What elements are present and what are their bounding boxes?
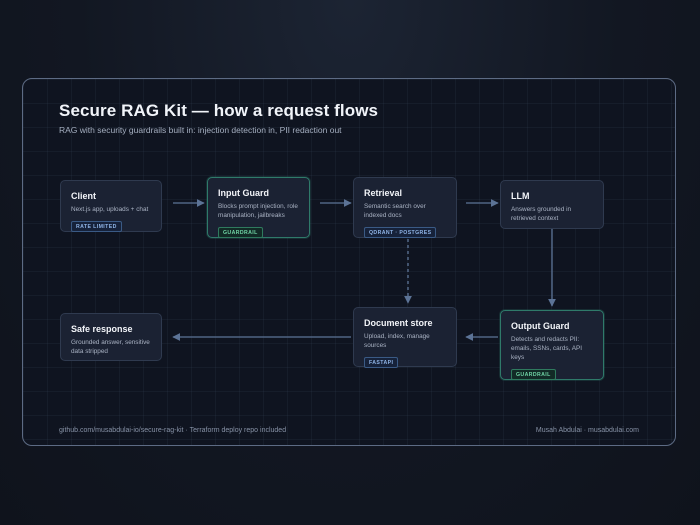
node-input-guard-desc: Blocks prompt injection, role manipulati…: [218, 203, 298, 219]
node-retrieval-desc: Semantic search over indexed docs: [364, 203, 426, 219]
footer-author: Musah Abdulai · musabdulai.com: [535, 427, 639, 434]
node-safe-response: Safe response Grounded answer, sensitive…: [60, 313, 162, 361]
node-document-store-badge: FASTAPI: [364, 357, 399, 369]
node-document-store: Document store Upload, index, manage sou…: [353, 307, 457, 369]
node-output-guard-badge: GUARDRAIL: [511, 369, 556, 381]
node-client-title: Client: [71, 191, 97, 201]
node-document-store-title: Document store: [364, 318, 433, 328]
diagram-card: Secure RAG Kit — how a request flows RAG…: [22, 78, 676, 446]
flow-arrows: [172, 199, 556, 341]
node-client-desc: Next.js app, uploads + chat: [71, 206, 149, 213]
node-retrieval-badge: QDRANT · POSTGRES: [364, 227, 437, 239]
node-safe-response-title: Safe response: [71, 324, 133, 334]
node-client: Client Next.js app, uploads + chat RATE …: [60, 180, 162, 233]
node-safe-response-desc: Grounded answer, sensitive data stripped: [71, 339, 150, 355]
node-llm-title: LLM: [511, 191, 530, 201]
node-retrieval-title: Retrieval: [364, 188, 403, 198]
node-output-guard-title: Output Guard: [511, 321, 570, 331]
node-input-guard-badge: GUARDRAIL: [218, 227, 263, 239]
node-output-guard-desc: Detects and redacts PII: emails, SSNs, c…: [511, 336, 583, 361]
footer-repo-link: github.com/musabdulai-io/secure-rag-kit …: [59, 427, 287, 434]
node-input-guard: Input Guard Blocks prompt injection, rol…: [207, 177, 310, 239]
node-input-guard-title: Input Guard: [218, 188, 269, 198]
node-retrieval: Retrieval Semantic search over indexed d…: [353, 177, 457, 239]
node-document-store-desc: Upload, index, manage sources: [364, 333, 430, 349]
node-llm-desc: Answers grounded in retrieved context: [511, 206, 572, 222]
node-output-guard: Output Guard Detects and redacts PII: em…: [500, 310, 604, 381]
node-llm: LLM Answers grounded in retrieved contex…: [500, 180, 604, 229]
node-client-badge: RATE LIMITED: [71, 221, 122, 233]
